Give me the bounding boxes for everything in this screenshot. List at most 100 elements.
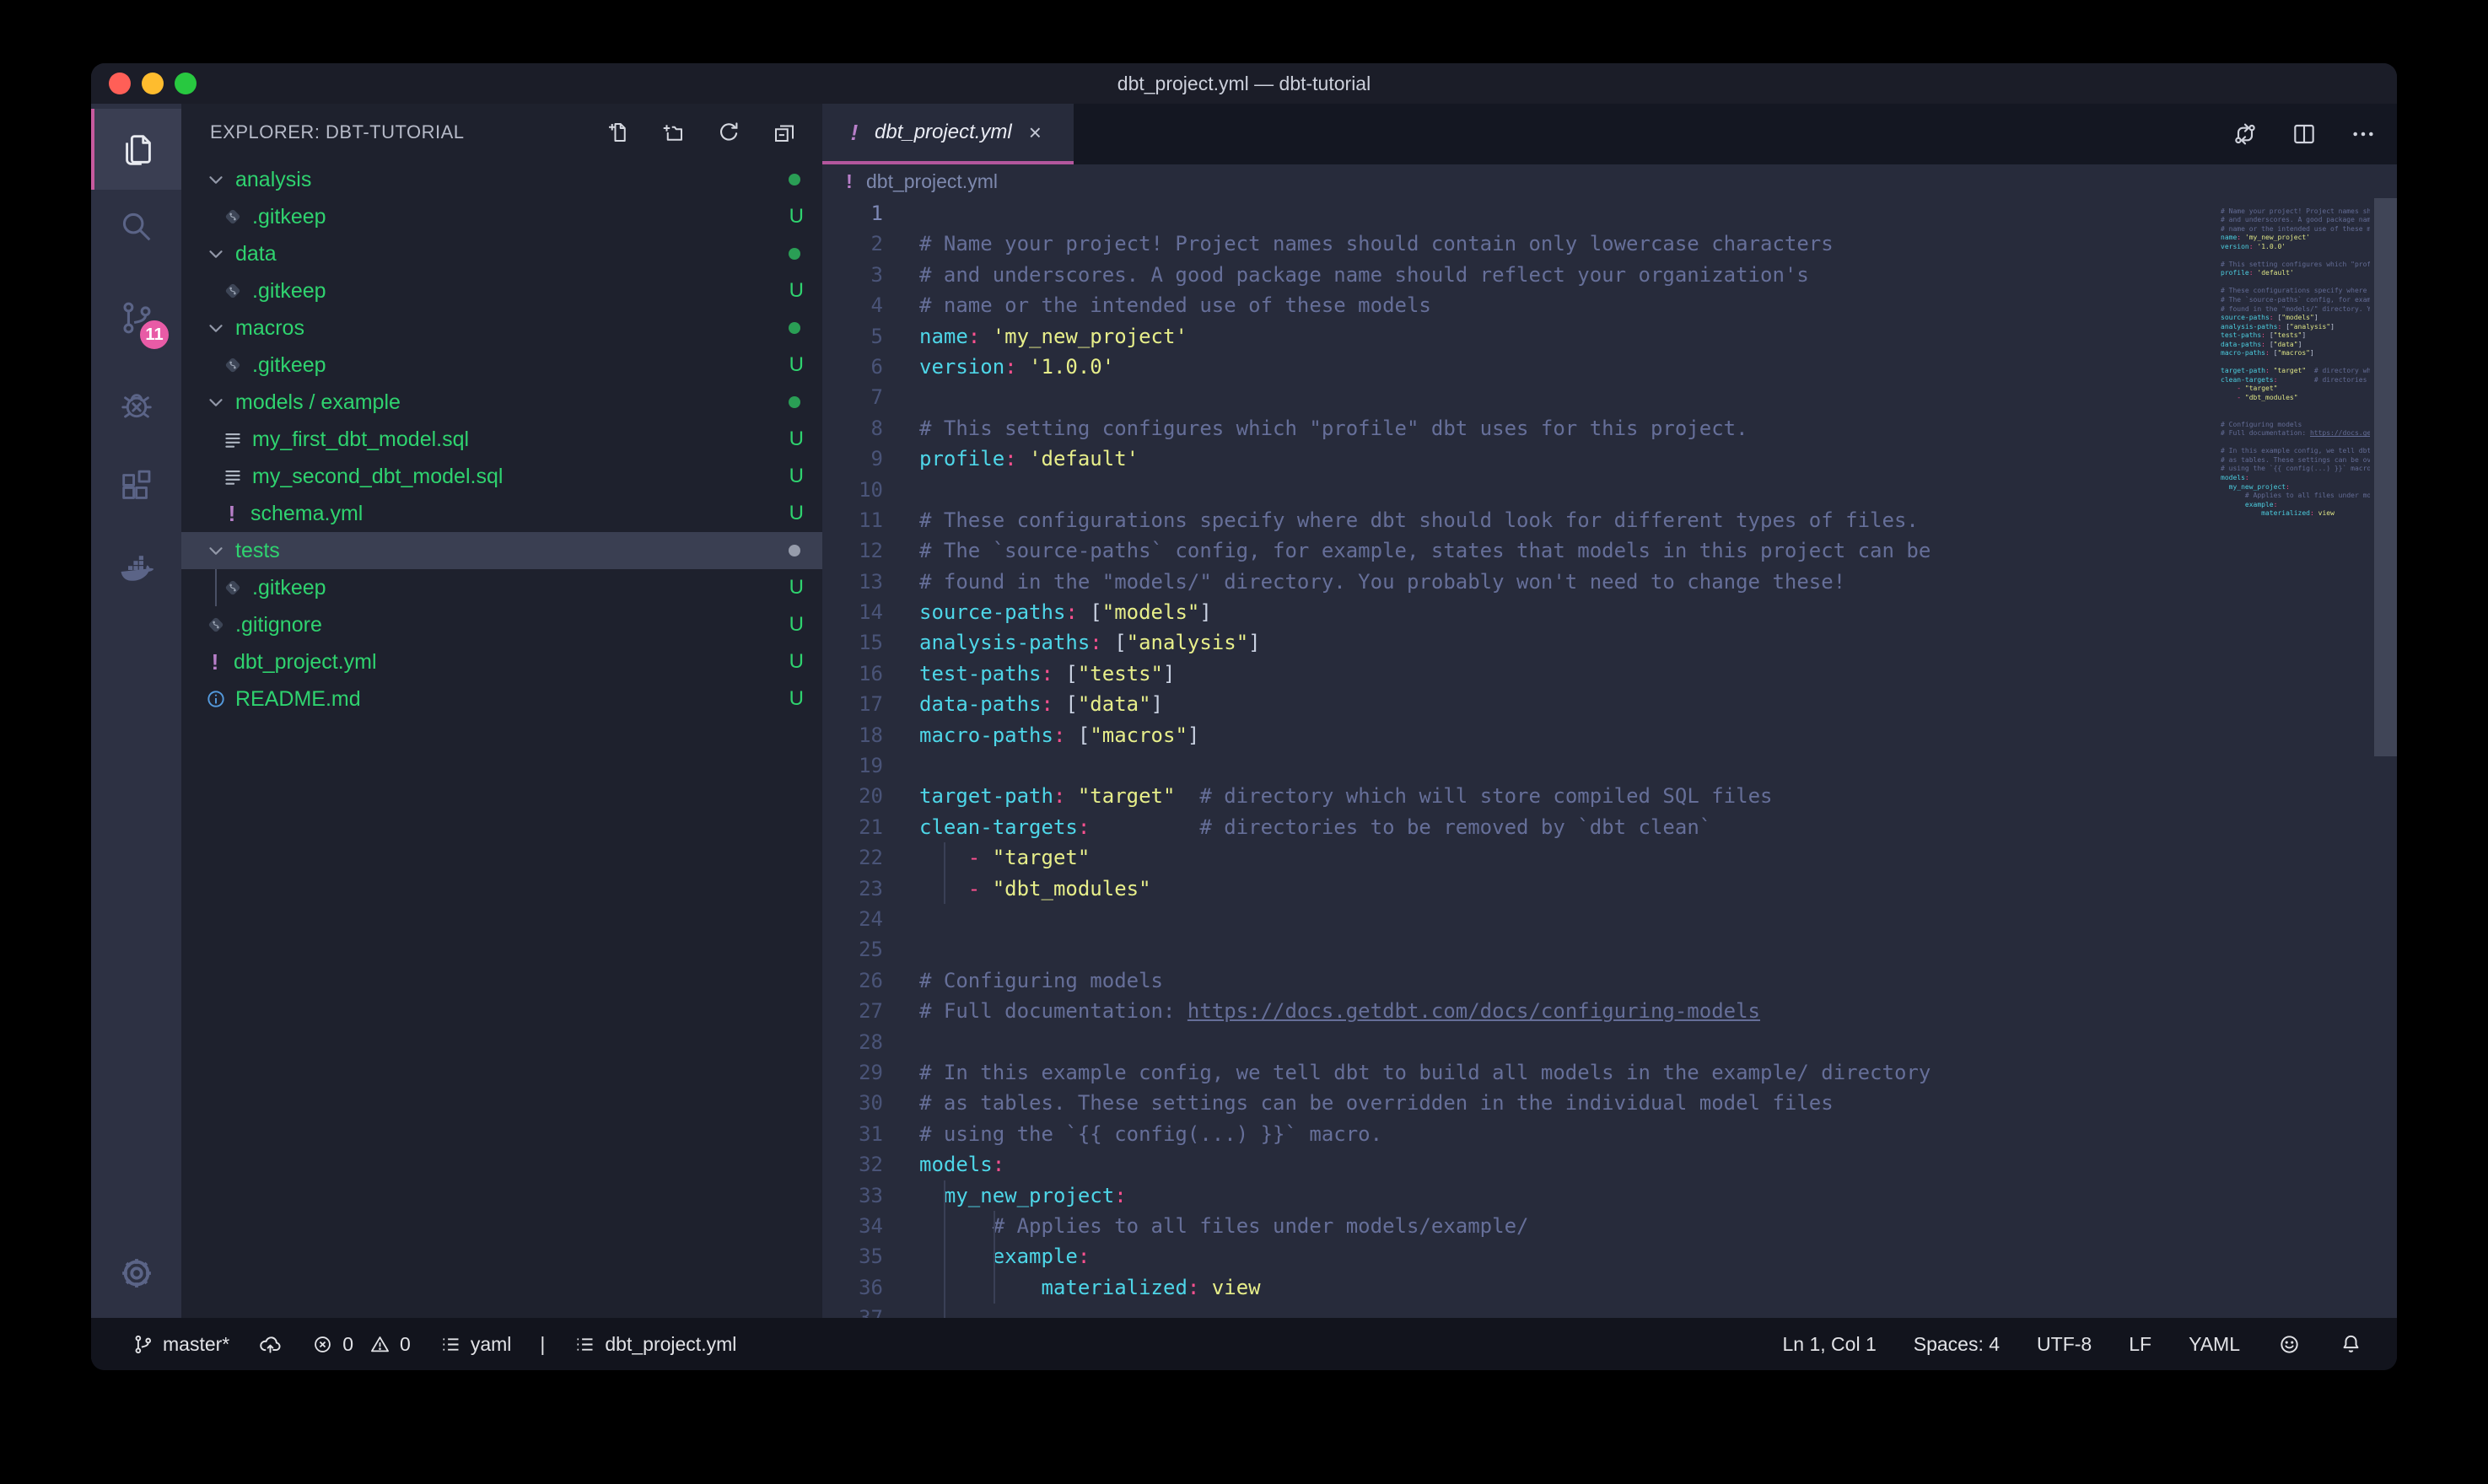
tree-item--gitkeep[interactable]: .gitkeepU (181, 198, 822, 235)
tree-item--gitkeep[interactable]: .gitkeepU (181, 272, 822, 309)
code-line-6: 6version: '1.0.0' (822, 352, 2374, 382)
explorer-sidebar: EXPLORER: DBT-TUTORIAL (181, 104, 822, 1318)
cursor-position[interactable]: Ln 1, Col 1 (1783, 1333, 1877, 1356)
branch-status[interactable]: master* (132, 1333, 229, 1356)
line-number: 30 (822, 1088, 883, 1118)
indent-guide (944, 1180, 945, 1318)
code-line-32: 32models: (822, 1149, 2374, 1180)
code-line-1: 1 (822, 198, 2374, 229)
code-line-1 (2184, 198, 2370, 207)
git-untracked-badge: U (789, 279, 804, 303)
code-line-28: 28 (822, 1027, 2374, 1057)
tree-item-schema-yml[interactable]: !schema.ymlU (181, 495, 822, 532)
tree-item--gitkeep[interactable]: .gitkeepU (181, 347, 822, 384)
minimap[interactable]: # Name your project! Project names shoul… (2184, 198, 2370, 552)
problems-status[interactable]: 0 0 (311, 1333, 411, 1356)
open-changes-button[interactable] (2232, 121, 2259, 148)
editor-group: ! dbt_project.yml × (822, 104, 2397, 1318)
tree-item-my-first-dbt-model-sql[interactable]: my_first_dbt_model.sqlU (181, 421, 822, 458)
code-line-37 (2184, 519, 2370, 528)
chevron-down-icon (205, 317, 227, 339)
activity-extensions[interactable] (91, 445, 181, 526)
tree-item-label: models / example (235, 390, 401, 415)
error-count: 0 (342, 1333, 353, 1356)
more-actions-button[interactable] (2350, 121, 2377, 148)
code-line-23: - "dbt_modules" (2184, 394, 2370, 403)
encoding-setting[interactable]: UTF-8 (2037, 1333, 2092, 1356)
code-line-13: 13# found in the "models/" directory. Yo… (822, 567, 2374, 597)
tree-item-dbt-project-yml[interactable]: !dbt_project.ymlU (181, 643, 822, 680)
code-line-27: 27# Full documentation: https://docs.get… (822, 996, 2374, 1026)
line-number: 2 (822, 229, 883, 259)
chevron-down-icon (205, 169, 227, 191)
code-line-20: target-path: "target" # directory which … (2184, 367, 2370, 376)
code-line-4: # name or the intended use of these mode… (2184, 225, 2370, 234)
file-indicator-label: dbt_project.yml (605, 1333, 736, 1356)
code-line-35: 35 example: (822, 1241, 2374, 1272)
eol-setting[interactable]: LF (2129, 1333, 2151, 1356)
status-separator: | (540, 1333, 545, 1356)
tab-close-icon[interactable]: × (1029, 120, 1042, 146)
breadcrumb[interactable]: ! dbt_project.yml (822, 164, 2397, 198)
tree-item-my-second-dbt-model-sql[interactable]: my_second_dbt_model.sqlU (181, 458, 822, 495)
yaml-alert-icon: ! (844, 120, 864, 146)
git-untracked-badge: U (789, 576, 804, 600)
branch-name: master* (163, 1333, 229, 1356)
chevron-down-icon (205, 243, 227, 265)
tree-item-analysis[interactable]: analysis (181, 161, 822, 198)
tree-item-tests[interactable]: tests (181, 532, 822, 569)
tree-item-label: macros (235, 316, 304, 341)
activity-search[interactable] (91, 186, 181, 267)
source-control-badge: 11 (137, 318, 171, 352)
notifications-bell[interactable] (2339, 1332, 2363, 1357)
code-editor[interactable]: 12 # Name your project! Project names sho… (822, 198, 2374, 1318)
feedback-button[interactable] (2277, 1332, 2302, 1357)
code-line-25 (2184, 411, 2370, 421)
activity-explorer[interactable] (91, 109, 181, 190)
indent-guide (944, 842, 945, 904)
line-number: 34 (822, 1211, 883, 1241)
sql-file-icon (222, 465, 244, 487)
indentation-setting[interactable]: Spaces: 4 (1914, 1333, 2000, 1356)
activity-settings[interactable] (91, 1233, 181, 1314)
explorer-title: EXPLORER: DBT-TUTORIAL (181, 121, 465, 143)
code-line-6: version: '1.0.0' (2184, 243, 2370, 252)
line-number: 36 (822, 1272, 883, 1303)
indent-guide (994, 1211, 995, 1304)
line-number: 35 (822, 1241, 883, 1272)
git-untracked-badge: U (789, 205, 804, 229)
code-line-34: # Applies to all files under models/exam… (2184, 492, 2370, 501)
code-line-26: 26# Configuring models (822, 965, 2374, 996)
tree-item-models-example[interactable]: models / example (181, 384, 822, 421)
tree-item-readme-md[interactable]: README.mdU (181, 680, 822, 718)
tree-item-data[interactable]: data (181, 235, 822, 272)
tree-item-label: schema.yml (250, 502, 363, 526)
activity-docker[interactable] (91, 530, 181, 610)
new-folder-button[interactable] (660, 120, 686, 145)
split-editor-button[interactable] (2291, 121, 2318, 148)
tree-item--gitkeep[interactable]: .gitkeepU (181, 569, 822, 606)
line-number: 20 (822, 781, 883, 811)
line-number: 23 (822, 874, 883, 904)
code-line-29: # In this example config, we tell dbt to… (2184, 447, 2370, 456)
yaml-language-indicator[interactable]: yaml (439, 1333, 512, 1356)
refresh-button[interactable] (716, 120, 741, 145)
activity-source-control[interactable]: 11 (91, 277, 181, 358)
line-number: 7 (822, 382, 883, 412)
status-bar: master* 0 0 (91, 1318, 2397, 1370)
sync-status[interactable] (258, 1332, 283, 1357)
new-file-button[interactable] (605, 120, 630, 145)
info-file-icon (205, 688, 227, 710)
line-number: 12 (822, 535, 883, 566)
collapse-all-button[interactable] (772, 120, 797, 145)
tab-dbt-project-yml[interactable]: ! dbt_project.yml × (822, 104, 1074, 164)
tree-item-label: README.md (235, 687, 361, 712)
line-number: 9 (822, 444, 883, 474)
tree-item-macros[interactable]: macros (181, 309, 822, 347)
activity-debug[interactable] (91, 365, 181, 446)
tree-item--gitignore[interactable]: .gitignoreU (181, 606, 822, 643)
file-outline-indicator[interactable]: dbt_project.yml (574, 1333, 736, 1356)
language-mode[interactable]: YAML (2189, 1333, 2240, 1356)
editor-scrollbar[interactable] (2374, 198, 2397, 756)
extensions-icon (117, 466, 156, 505)
